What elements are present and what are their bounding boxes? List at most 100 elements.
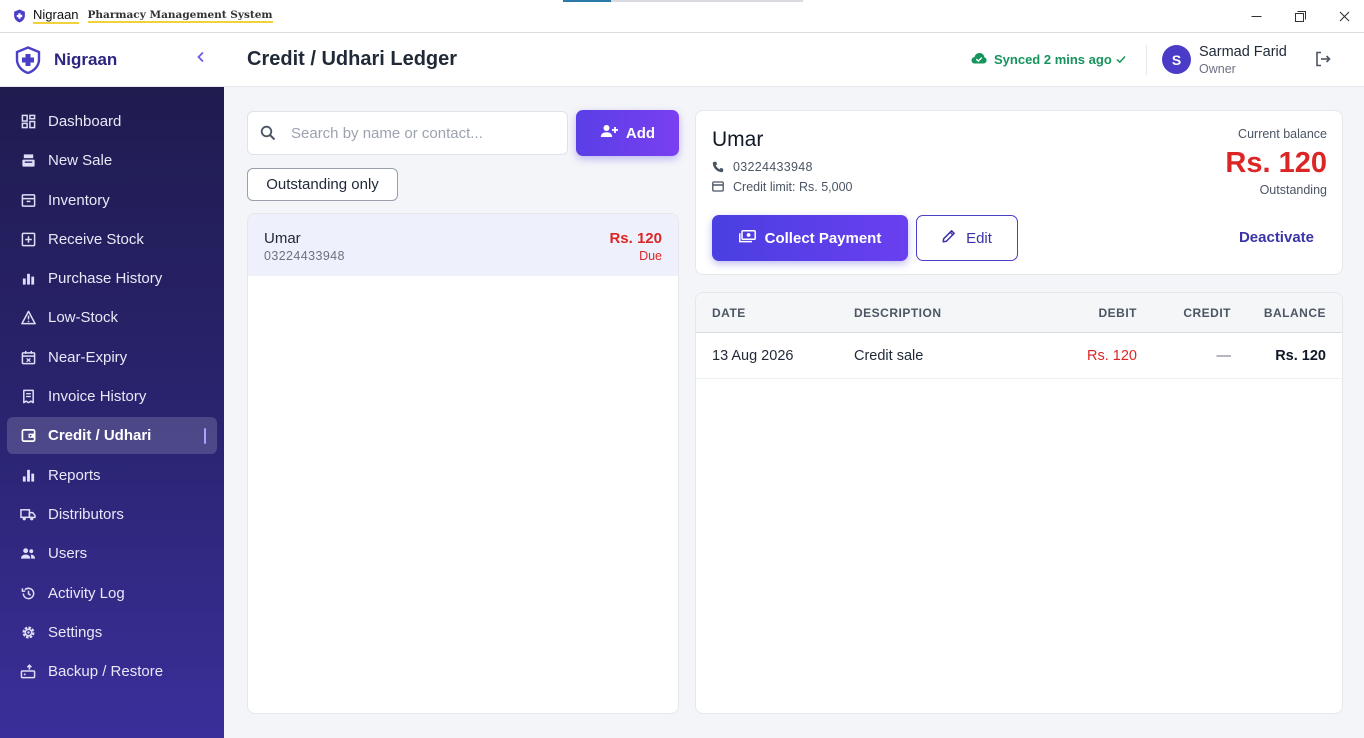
add-customer-button[interactable]: Add (576, 110, 679, 156)
sidebar-item-label: Purchase History (48, 270, 163, 288)
brand-name: Nigraan (54, 49, 118, 69)
chevron-left-icon[interactable] (196, 50, 206, 68)
calendar-x-icon (20, 349, 36, 365)
collect-payment-button[interactable]: Collect Payment (712, 215, 908, 261)
header-divider (1146, 45, 1147, 75)
column-header-credit: CREDIT (1183, 306, 1231, 320)
cell-balance: Rs. 120 (1275, 348, 1326, 364)
close-window-button[interactable] (1322, 0, 1364, 33)
page-title: Credit / Udhari Ledger (247, 48, 458, 70)
sidebar-item-label: Users (48, 545, 88, 563)
sidebar-item-backup-restore[interactable]: Backup / Restore (7, 653, 217, 690)
sidebar-brand: Nigraan (0, 33, 224, 87)
sidebar-item-reports[interactable]: Reports (7, 457, 217, 494)
history-icon (20, 585, 36, 601)
pencil-icon (942, 229, 956, 247)
sync-status-text: Synced 2 mins ago (994, 52, 1112, 67)
sidebar-item-label: Near-Expiry (48, 348, 128, 366)
window-subtitle: Pharmacy Management System (87, 9, 273, 23)
detail-customer-name: Umar (712, 128, 764, 151)
sidebar-item-dashboard[interactable]: Dashboard (7, 103, 217, 140)
sidebar-item-new-sale[interactable]: New Sale (7, 142, 217, 179)
customer-phone: 03224433948 (264, 249, 345, 263)
search-icon (260, 125, 276, 141)
detail-phone-text: 03224433948 (733, 160, 813, 174)
sidebar-item-distributors[interactable]: Distributors (7, 496, 217, 533)
sidebar-nav: Dashboard New Sale Inventory Receive Sto… (0, 87, 224, 690)
logout-icon[interactable] (1314, 50, 1332, 68)
sidebar-item-activity-log[interactable]: Activity Log (7, 575, 217, 612)
sidebar-item-label: Dashboard (48, 113, 122, 130)
sidebar-item-users[interactable]: Users (7, 535, 217, 572)
brand-shield-icon (15, 45, 41, 74)
sidebar-item-inventory[interactable]: Inventory (7, 182, 217, 219)
window-app-name: Nigraan (33, 7, 79, 24)
sidebar-item-invoice-history[interactable]: Invoice History (7, 378, 217, 415)
sidebar-item-label: Backup / Restore (48, 663, 164, 681)
balance-status: Outstanding (1259, 183, 1327, 197)
customer-amount: Rs. 120 (609, 230, 662, 247)
list-item[interactable]: Umar 03224433948 Rs. 120 Due (248, 214, 678, 276)
customer-detail-card: Umar 03224433948 Credit limit: Rs. 5,000… (695, 110, 1343, 275)
credit-card-icon (712, 181, 724, 193)
sidebar-item-receive-stock[interactable]: Receive Stock (7, 221, 217, 258)
customer-list: Umar 03224433948 Rs. 120 Due (247, 213, 679, 714)
cell-debit: Rs. 120 (1087, 348, 1137, 364)
sidebar-item-settings[interactable]: Settings (7, 614, 217, 651)
warning-icon (20, 310, 36, 326)
sidebar-item-near-expiry[interactable]: Near-Expiry (7, 339, 217, 376)
cell-date: 13 Aug 2026 (712, 348, 794, 364)
user-role: Owner (1199, 62, 1236, 76)
app-shield-icon (12, 9, 26, 23)
sidebar-item-credit-udhari[interactable]: Credit / Udhari (7, 417, 217, 455)
maximize-button[interactable] (1278, 0, 1322, 33)
wallet-icon (20, 428, 36, 444)
add-customer-label: Add (625, 124, 656, 142)
receipt-icon (20, 389, 36, 405)
customer-search-input[interactable] (291, 124, 551, 142)
ledger-table: DATE DESCRIPTION DEBIT CREDIT BALANCE 13… (695, 292, 1343, 714)
table-row: 13 Aug 2026 Credit sale Rs. 120 — Rs. 12… (696, 333, 1342, 379)
sidebar-item-label: Settings (48, 623, 103, 641)
minimize-button[interactable] (1234, 0, 1278, 33)
check-icon (1116, 52, 1126, 67)
truck-icon (20, 506, 36, 522)
detail-credit-limit: Credit limit: Rs. 5,000 (712, 180, 852, 194)
user-name: Sarmad Farid (1199, 44, 1287, 60)
column-header-balance: BALANCE (1263, 306, 1326, 320)
sidebar-item-label: Reports (48, 466, 101, 484)
sync-status: Synced 2 mins ago (971, 52, 1126, 67)
reports-icon (20, 467, 36, 483)
sidebar-item-label: Invoice History (48, 388, 147, 406)
deactivate-button[interactable]: Deactivate (1239, 229, 1314, 246)
cloud-check-icon (971, 52, 987, 67)
outstanding-only-filter[interactable]: Outstanding only (247, 168, 398, 201)
cell-description: Credit sale (854, 348, 924, 364)
customer-search-box[interactable] (247, 111, 568, 155)
sidebar: Nigraan Dashboard New Sale Inventory Rec… (0, 33, 224, 738)
sidebar-item-label: Inventory (48, 191, 110, 209)
customer-name: Umar (264, 230, 301, 247)
sidebar-item-low-stock[interactable]: Low-Stock (7, 299, 217, 336)
sidebar-item-label: Activity Log (48, 584, 125, 602)
edit-customer-button[interactable]: Edit (916, 215, 1018, 261)
cash-icon (738, 229, 756, 247)
edit-customer-label: Edit (966, 229, 992, 247)
sidebar-item-purchase-history[interactable]: Purchase History (7, 260, 217, 297)
cell-credit: — (1216, 348, 1232, 364)
column-header-date: DATE (712, 306, 746, 320)
users-icon (20, 546, 36, 562)
balance-label: Current balance (1238, 127, 1327, 141)
register-icon (20, 153, 36, 169)
sidebar-item-label: Distributors (48, 505, 124, 523)
window-title-bar: Nigraan Pharmacy Management System (0, 0, 1364, 33)
balance-amount: Rs. 120 (1225, 147, 1327, 179)
plus-box-icon (20, 231, 36, 247)
page-header: Credit / Udhari Ledger Synced 2 mins ago… (224, 33, 1364, 87)
inventory-icon (20, 192, 36, 208)
avatar[interactable]: S (1162, 45, 1191, 74)
column-header-debit: DEBIT (1098, 306, 1137, 320)
backup-icon (20, 664, 36, 680)
bar-chart-icon (20, 271, 36, 287)
gear-icon (20, 624, 36, 640)
